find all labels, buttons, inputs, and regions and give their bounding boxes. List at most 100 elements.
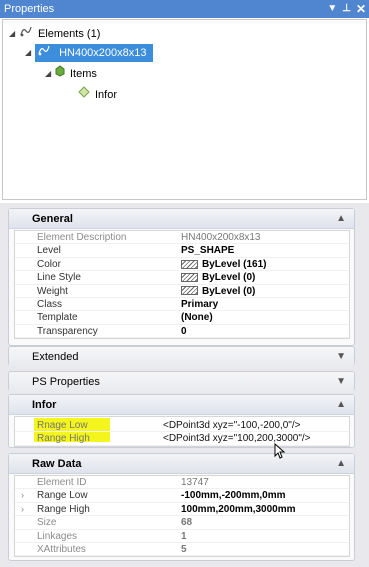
infor-grid: Rnage Low <DPoint3d xyz="-100,-200,0"/> R… [14,416,350,447]
property-value: 100mm,200mm,3000mm [181,503,296,515]
tree-node-label: Items [70,68,97,80]
property-value: (None) [181,312,213,324]
property-label: Linkages [37,530,78,542]
expand-icon[interactable]: ▼ [336,372,346,392]
section-title: Extended [32,351,79,363]
property-value: <DPoint3d xyz="100,200,3000"/> [163,433,311,445]
property-label: Element Description [37,232,127,243]
tree-node-label: HN400x200x8x13 [59,47,147,59]
property-value: 0 [181,325,187,337]
property-row[interactable]: Line Style ByLevel (0) [15,271,349,285]
property-row[interactable]: Weight ByLevel (0) [15,285,349,298]
property-row[interactable]: Rnage Low <DPoint3d xyz="-100,-200,0"/> [15,419,349,433]
property-value: PS_SHAPE [181,245,235,257]
property-value: HN400x200x8x13 [181,232,261,243]
general-grid: Element Description HN400x200x8x13 Level P… [14,230,350,340]
property-label: Range High [37,433,90,445]
property-row[interactable]: Transparency 0 [15,325,349,339]
elements-icon [19,25,33,43]
linestyle-swatch-icon [181,273,198,283]
raw-data-section: Raw Data ▲ Element ID 13747 › Range Low -10… [8,453,355,561]
property-value: 13747 [181,477,209,488]
property-row[interactable]: Class Primary [15,298,349,312]
panel-title: Properties [4,3,55,15]
ps-properties-header[interactable]: PS Properties ▼ [9,372,354,392]
property-label: Level [37,245,61,257]
close-icon[interactable]: ✕ [356,0,366,18]
property-row[interactable]: › Range Low -100mm,-200mm,0mm [15,489,349,503]
color-swatch-icon [181,259,198,269]
mouse-cursor-icon [274,442,286,459]
tree-node-infor[interactable]: Infor [78,86,117,104]
tree-node-label: Infor [95,89,118,101]
property-row[interactable]: Level PS_SHAPE [15,244,349,258]
section-title: PS Properties [32,376,100,388]
properties-area: General ▲ Element Description HN400x200x8… [0,203,369,567]
property-label: Rnage Low [37,420,88,431]
property-label: Range Low [37,490,88,502]
property-value: 5 [181,543,187,555]
expand-arrow-icon[interactable]: ◢ [45,65,55,83]
property-label: Element ID [37,477,87,488]
property-label: Weight [37,285,68,297]
property-value: ByLevel (0) [202,272,256,284]
property-label: Color [37,258,61,270]
property-label: Transparency [37,325,98,337]
extended-section: Extended ▼ [8,346,355,367]
expand-icon[interactable]: ▼ [336,347,346,367]
expand-arrow-icon[interactable]: ◢ [25,44,35,62]
tree-node-label: Elements (1) [38,28,101,40]
property-label: Class [37,298,63,310]
infor-icon [78,86,90,104]
section-title: Infor [32,399,57,411]
raw-data-header[interactable]: Raw Data ▲ [9,454,354,474]
collapse-icon[interactable]: ▲ [336,395,346,415]
panel-titlebar: Properties ▼ ⊥ ✕ [0,0,369,18]
property-value: <DPoint3d xyz="-100,-200,0"/> [163,420,301,431]
property-label: XAttributes [37,543,86,555]
element-tree: ◢ Elements (1) ◢ HN400x200x8x13 ◢ Items … [2,19,367,200]
expand-row-icon[interactable]: › [21,489,24,502]
dropdown-icon[interactable]: ▼ [327,0,337,18]
property-value: Primary [181,298,219,310]
tree-node-selected[interactable]: HN400x200x8x13 [35,44,153,62]
collapse-icon[interactable]: ▲ [336,209,346,229]
property-row[interactable]: › Range High 100mm,200mm,3000mm [15,503,349,517]
property-label: Range High [37,503,90,515]
property-row[interactable]: Size 68 [15,516,349,530]
extended-header[interactable]: Extended ▼ [9,347,354,367]
property-row[interactable]: Element ID 13747 [15,476,349,490]
property-label: Template [37,312,78,324]
tree-node-element[interactable]: ◢ HN400x200x8x13 [25,44,153,62]
property-value: -100mm,-200mm,0mm [181,490,286,502]
property-row[interactable]: XAttributes 5 [15,543,349,557]
items-icon [55,65,65,83]
property-row[interactable]: Range High <DPoint3d xyz="100,200,3000"/> [15,432,349,446]
ps-properties-section: PS Properties ▼ [8,371,355,392]
element-icon [37,44,51,62]
property-value: 68 [181,517,193,529]
property-value: ByLevel (0) [202,285,256,297]
collapse-icon[interactable]: ▲ [336,454,346,474]
property-row[interactable]: Element Description HN400x200x8x13 [15,231,349,245]
tree-node-elements[interactable]: ◢ Elements (1) [9,25,100,43]
title-controls: ▼ ⊥ ✕ [327,0,366,18]
infor-header[interactable]: Infor ▲ [9,395,354,415]
property-value: ByLevel (161) [202,258,267,270]
section-title: Raw Data [32,458,82,470]
expand-arrow-icon[interactable]: ◢ [9,25,19,43]
property-row[interactable]: Linkages 1 [15,530,349,543]
pin-icon[interactable]: ⊥ [342,0,351,18]
infor-section: Infor ▲ Rnage Low <DPoint3d xyz="-100,-20… [8,394,355,448]
general-section: General ▲ Element Description HN400x200x8… [8,208,355,346]
tree-node-items[interactable]: ◢ Items [45,65,97,83]
raw-data-grid: Element ID 13747 › Range Low -100mm,-200mm,… [14,475,350,558]
property-label: Size [37,517,57,529]
expand-row-icon[interactable]: › [21,503,24,516]
weight-swatch-icon [181,286,198,296]
property-row[interactable]: Template (None) [15,311,349,325]
property-value: 1 [181,530,187,542]
general-header[interactable]: General ▲ [9,209,354,229]
property-row[interactable]: Color ByLevel (161) [15,258,349,272]
section-title: General [32,213,73,225]
